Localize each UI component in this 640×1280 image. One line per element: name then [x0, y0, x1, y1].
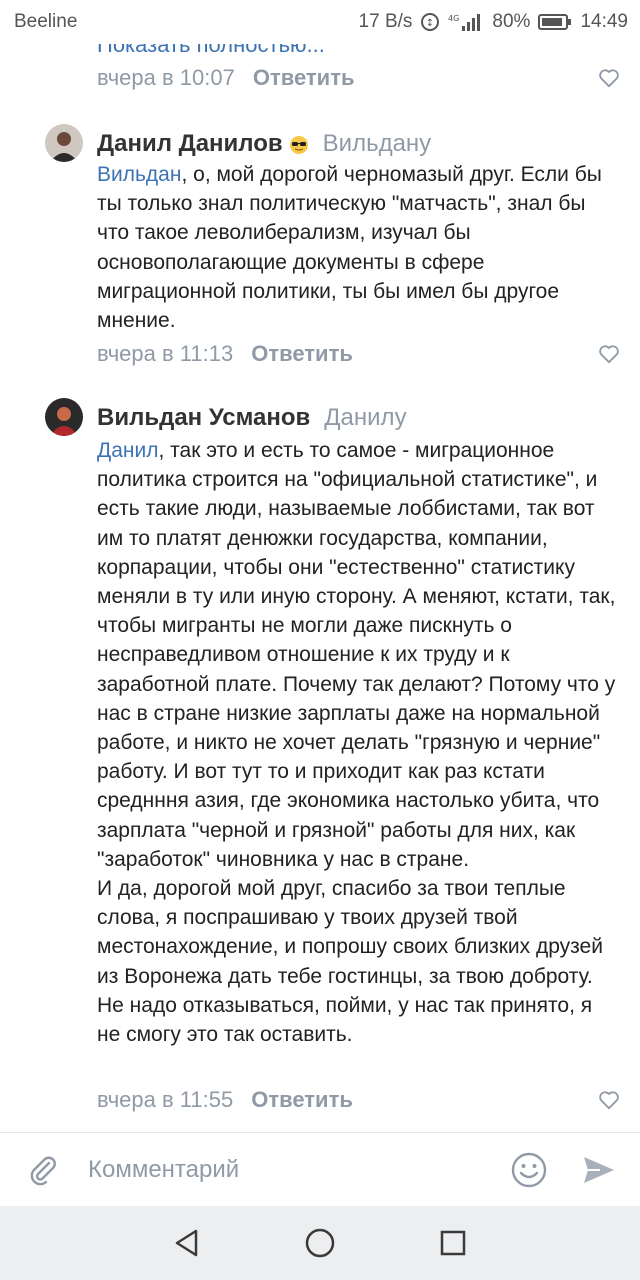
- svg-text:↕: ↕: [426, 18, 434, 29]
- recents-icon[interactable]: [433, 1223, 473, 1263]
- comment-body: И да, дорогой мой друг, спасибо за твои …: [97, 877, 603, 1047]
- comment-time: вчера в 11:13: [97, 341, 234, 366]
- reply-button[interactable]: Ответить: [253, 65, 355, 91]
- comment-time: вчера в 10:07: [97, 65, 235, 90]
- back-icon[interactable]: [167, 1223, 207, 1263]
- reply-to[interactable]: Вильдану: [323, 130, 432, 158]
- heart-icon: [599, 345, 619, 364]
- comment-text: Данил, так это и есть то самое - миграци…: [97, 436, 617, 1049]
- system-nav-bar: [0, 1206, 640, 1280]
- like-button[interactable]: [598, 344, 620, 364]
- heart-icon: [599, 69, 619, 88]
- data-saver-icon: ↕: [420, 12, 440, 32]
- comment-composer: [0, 1132, 640, 1207]
- comment-meta: вчера в 10:07 Ответить: [97, 60, 620, 96]
- comment-body: , о, мой дорогой черномазый друг. Если б…: [97, 163, 602, 333]
- signal-icon: 4G: [448, 12, 484, 32]
- avatar[interactable]: [45, 124, 83, 162]
- comment-body: , так это и есть то самое - миграционное…: [97, 439, 616, 871]
- send-icon[interactable]: [580, 1151, 618, 1189]
- heart-icon: [599, 1091, 619, 1110]
- comment-meta: вчера в 11:13 Ответить: [97, 336, 620, 372]
- reply-button[interactable]: Ответить: [251, 341, 353, 367]
- comment-time: вчера в 11:55: [97, 1087, 234, 1112]
- author-name[interactable]: Вильдан Усманов: [97, 404, 310, 432]
- paperclip-icon[interactable]: [26, 1153, 60, 1187]
- comments-thread: Показать полностью... вчера в 10:07 Отве…: [0, 44, 640, 1132]
- clock: 14:49: [580, 11, 628, 32]
- battery-percent: 80%: [492, 11, 531, 32]
- sunglasses-emoji-icon: [289, 134, 309, 154]
- like-button[interactable]: [598, 1090, 620, 1110]
- battery-icon: [538, 13, 572, 31]
- comment-text: Вильдан, о, мой дорогой черномазый друг.…: [97, 160, 617, 335]
- home-icon[interactable]: [300, 1223, 340, 1263]
- mention-link[interactable]: Данил: [97, 439, 158, 462]
- mention-link[interactable]: Вильдан: [97, 163, 181, 186]
- carrier-name: Beeline: [14, 11, 78, 32]
- show-more-link[interactable]: Показать полностью...: [97, 44, 325, 58]
- svg-text:4G: 4G: [448, 14, 459, 23]
- author-name[interactable]: Данил Данилов: [97, 130, 283, 158]
- like-button[interactable]: [598, 68, 620, 88]
- smile-icon[interactable]: [510, 1151, 548, 1189]
- reply-to[interactable]: Данилу: [324, 404, 406, 432]
- network-speed: 17 B/s: [358, 11, 413, 32]
- avatar[interactable]: [45, 398, 83, 436]
- comment-input[interactable]: [86, 1155, 480, 1185]
- comment-meta: вчера в 11:55 Ответить: [97, 1082, 620, 1118]
- reply-button[interactable]: Ответить: [251, 1087, 353, 1113]
- status-bar: Beeline 17 B/s ↕ 4G 80% 14:49: [0, 0, 640, 44]
